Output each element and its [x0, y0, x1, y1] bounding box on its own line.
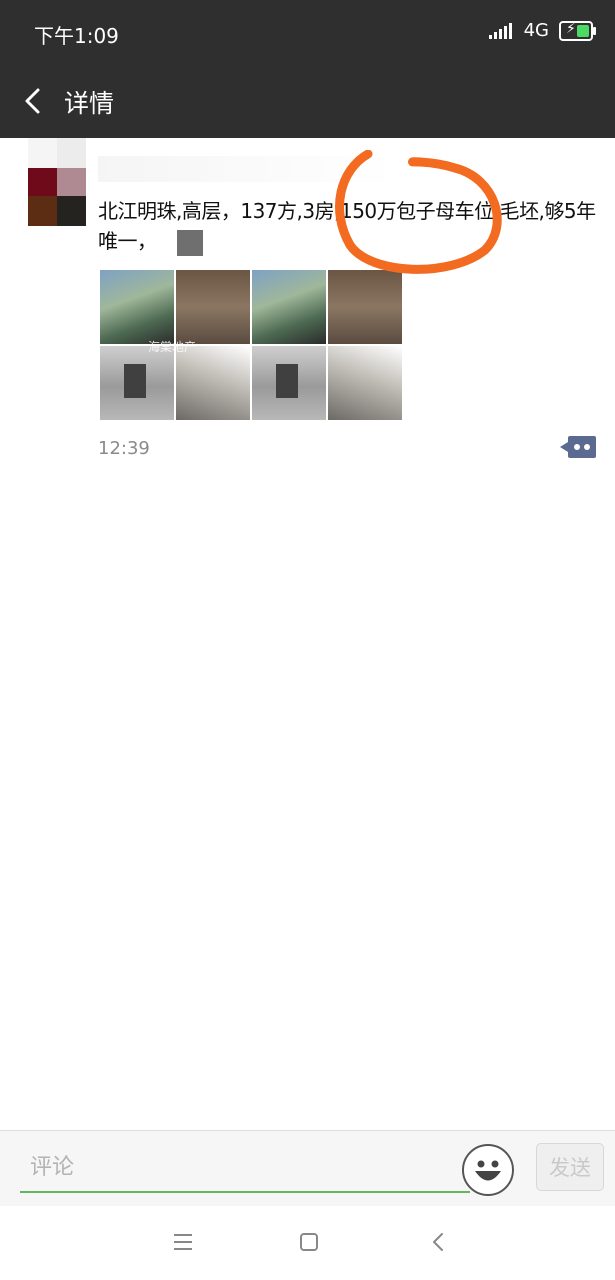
status-bar: 下午1:09 4G ⚡	[0, 0, 615, 68]
signal-icon	[488, 22, 512, 39]
page-title: 详情	[64, 89, 115, 118]
photo-thumbnail[interactable]	[176, 270, 250, 344]
system-nav-bar	[0, 1206, 615, 1280]
photo-thumbnail[interactable]	[176, 346, 250, 420]
comment-action-icon[interactable]	[560, 436, 596, 458]
menu-icon[interactable]	[172, 1231, 194, 1253]
photo-thumbnail[interactable]	[252, 270, 326, 344]
photo-thumbnail[interactable]	[328, 346, 402, 420]
photo-grid	[100, 270, 402, 420]
comment-bar: 发送	[0, 1130, 615, 1207]
status-time: 下午1:09	[34, 24, 119, 48]
status-icons: 4G ⚡	[488, 20, 596, 41]
author-name-blurred[interactable]	[98, 156, 398, 182]
network-label: 4G	[523, 20, 549, 41]
post-text: 北江明珠,高层，137方,3房,150万包子母车位,毛坯,够5年唯一，	[98, 196, 598, 256]
battery-icon: ⚡	[559, 20, 596, 41]
nav-bar: 详情	[0, 68, 615, 138]
photo-thumbnail[interactable]	[328, 270, 402, 344]
back-icon[interactable]	[18, 86, 48, 116]
photo-watermark: 海棠地产	[148, 340, 197, 354]
send-button[interactable]: 发送	[536, 1143, 604, 1191]
home-icon[interactable]	[298, 1231, 320, 1253]
post-text-content: 北江明珠,高层，137方,3房,150万包子母车位,毛坯,够5年唯一，	[98, 199, 596, 253]
back-nav-icon[interactable]	[428, 1231, 450, 1253]
avatar[interactable]	[28, 138, 86, 226]
post-time: 12:39	[98, 438, 150, 459]
comment-input[interactable]	[20, 1143, 470, 1193]
blurred-block	[176, 229, 203, 256]
photo-thumbnail[interactable]	[100, 346, 174, 420]
emoji-icon[interactable]	[462, 1144, 514, 1196]
photo-thumbnail[interactable]	[252, 346, 326, 420]
photo-thumbnail[interactable]	[100, 270, 174, 344]
